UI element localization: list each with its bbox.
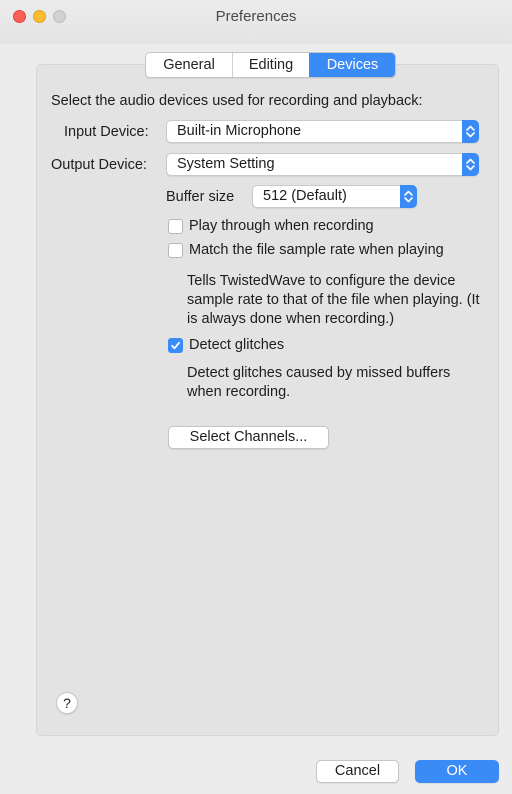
tab-editing[interactable]: Editing — [232, 53, 309, 77]
glitches-description: Detect glitches caused by missed buffers… — [187, 365, 451, 400]
help-button[interactable]: ? — [56, 692, 78, 714]
detect-glitches-label[interactable]: Detect glitches — [189, 337, 284, 353]
cancel-button[interactable]: Cancel — [316, 760, 399, 783]
input-device-value: Built-in Microphone — [177, 123, 302, 139]
play-through-checkbox[interactable] — [168, 219, 183, 234]
window-title: Preferences — [215, 8, 297, 25]
preferences-window: Preferences General Editing Devices Sele… — [0, 0, 512, 794]
updown-chevron-icon — [400, 185, 417, 208]
output-device-label: Output Device: — [51, 157, 147, 173]
input-device-label: Input Device: — [64, 124, 149, 140]
output-device-value: System Setting — [177, 156, 275, 172]
ok-button[interactable]: OK — [415, 760, 499, 783]
intro-text: Select the audio devices used for record… — [51, 93, 423, 109]
buffer-size-popup[interactable]: 512 (Default) — [252, 185, 417, 208]
play-through-label[interactable]: Play through when recording — [189, 218, 374, 234]
input-device-popup[interactable]: Built-in Microphone — [166, 120, 479, 143]
match-rate-description: Tells TwistedWave to configure the devic… — [187, 273, 480, 327]
tab-general[interactable]: General — [146, 53, 232, 77]
match-rate-checkbox[interactable] — [168, 243, 183, 258]
select-channels-button[interactable]: Select Channels... — [168, 426, 329, 449]
tab-bar: General Editing Devices — [145, 52, 396, 78]
detect-glitches-checkbox[interactable] — [168, 338, 183, 353]
match-rate-label[interactable]: Match the file sample rate when playing — [189, 242, 444, 258]
tab-devices[interactable]: Devices — [309, 53, 395, 77]
title-bar[interactable]: Preferences — [0, 0, 512, 44]
buffer-size-label: Buffer size — [166, 189, 235, 205]
output-device-popup[interactable]: System Setting — [166, 153, 479, 176]
buffer-size-value: 512 (Default) — [263, 188, 347, 204]
updown-chevron-icon — [462, 153, 479, 176]
updown-chevron-icon — [462, 120, 479, 143]
checkmark-icon — [171, 341, 180, 350]
